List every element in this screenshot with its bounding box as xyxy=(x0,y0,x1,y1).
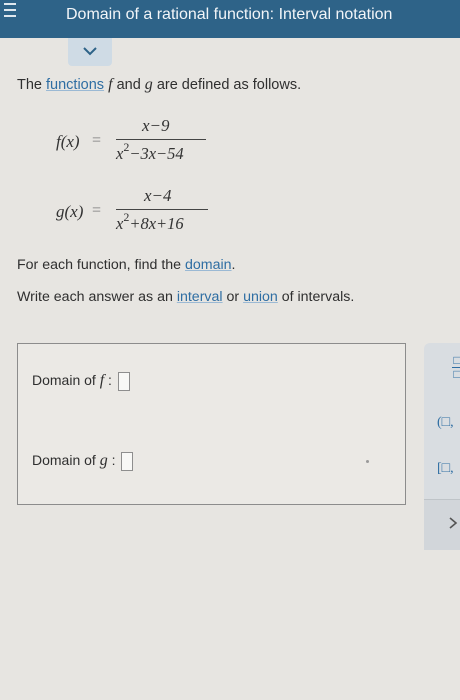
decorative-dot xyxy=(366,460,369,463)
g-denominator: x2+8x+16 xyxy=(116,210,184,233)
intro-text-middle: and xyxy=(112,77,145,93)
instruction-2-middle: or xyxy=(222,289,244,305)
problem-intro: The functions f and g are defined as fol… xyxy=(17,76,301,94)
instruction-2-suffix: of intervals. xyxy=(277,289,355,305)
f-fraction-bar xyxy=(116,139,206,141)
top-header-bar: Domain of a rational function: Interval … xyxy=(0,0,460,38)
instruction-1-prefix: For each function, find the xyxy=(17,257,185,273)
toolbar-next-button[interactable] xyxy=(424,500,460,550)
fraction-top-box: □ xyxy=(453,353,460,367)
closed-interval-tool-button[interactable]: [□, xyxy=(437,461,454,477)
function-g-definition: g(x) = x−4 x2+8x+16 xyxy=(0,186,460,250)
g-numerator: x−4 xyxy=(144,186,172,205)
instruction-1-suffix: . xyxy=(231,257,236,273)
f-equals: = xyxy=(92,132,102,149)
fraction-tool-button[interactable]: □ □ xyxy=(452,353,460,381)
instruction-line-1: For each function, find the domain. xyxy=(17,257,236,273)
answer-box: Domain of f : Domain of g : xyxy=(17,343,406,505)
g-equals: = xyxy=(92,202,102,219)
page-title: Domain of a rational function: Interval … xyxy=(66,6,393,23)
domain-f-colon: : xyxy=(104,372,112,389)
domain-g-input[interactable] xyxy=(121,452,134,471)
domain-g-variable: g xyxy=(99,452,108,470)
domain-link[interactable]: domain xyxy=(185,257,232,273)
instruction-2-prefix: Write each answer as an xyxy=(17,289,177,305)
f-numerator: x−9 xyxy=(142,116,170,135)
fraction-bottom-box: □ xyxy=(453,367,460,381)
domain-f-label: Domain of xyxy=(32,372,100,389)
chevron-down-icon xyxy=(83,47,97,56)
functions-link[interactable]: functions xyxy=(46,77,104,93)
domain-f-input[interactable] xyxy=(117,372,130,391)
menu-icon[interactable] xyxy=(0,0,20,26)
domain-f-row: Domain of f : xyxy=(32,372,130,391)
intro-text-suffix: are defined as follows. xyxy=(152,77,302,93)
union-link[interactable]: union xyxy=(243,289,278,305)
open-interval-tool-button[interactable]: (□, xyxy=(437,415,454,431)
f-denominator: x2−3x−54 xyxy=(116,140,184,163)
domain-g-row: Domain of g : xyxy=(32,452,134,471)
g-variable: g xyxy=(144,76,153,93)
math-toolbar: □ □ (□, [□, xyxy=(424,343,460,550)
f-lhs: f(x) xyxy=(56,132,80,151)
domain-g-colon: : xyxy=(107,452,116,469)
function-f-definition: f(x) = x−9 x2−3x−54 xyxy=(0,116,460,180)
collapse-header-button[interactable] xyxy=(68,38,112,66)
chevron-right-icon xyxy=(449,517,458,529)
interval-link[interactable]: interval xyxy=(177,289,223,305)
g-lhs: g(x) xyxy=(56,202,84,221)
g-fraction-bar xyxy=(116,209,208,211)
instruction-line-2: Write each answer as an interval or unio… xyxy=(17,289,354,305)
intro-text-prefix: The xyxy=(17,77,47,93)
domain-g-label: Domain of xyxy=(32,452,100,469)
